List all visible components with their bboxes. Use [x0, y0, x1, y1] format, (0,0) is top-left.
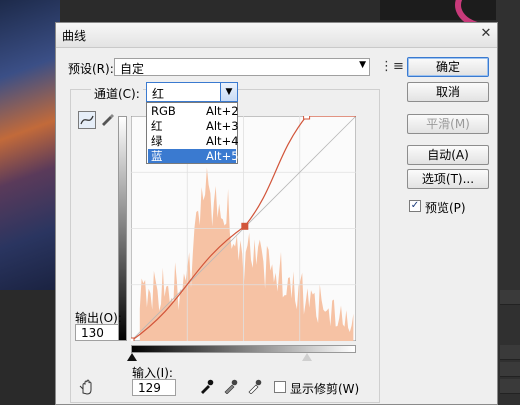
output-value: 130	[81, 326, 104, 340]
chevron-down-icon: ▼	[220, 83, 237, 101]
show-clipping-label: 显示修剪(W)	[290, 382, 360, 396]
panel-row[interactable]	[500, 345, 520, 360]
canvas-artwork	[0, 0, 60, 290]
white-point-slider[interactable]	[302, 353, 312, 361]
cancel-button[interactable]: 取消	[407, 82, 489, 102]
canvas-background	[0, 290, 60, 405]
channel-select[interactable]: 红 ▼	[146, 82, 238, 102]
ok-button[interactable]: 确定	[407, 57, 489, 77]
curve-control-point[interactable]	[303, 116, 311, 120]
channel-dropdown: RGB Alt+2 红 Alt+3 绿 Alt+4 蓝 Alt+5	[146, 102, 239, 164]
dialog-title: 曲线	[62, 29, 87, 43]
pencil-tool[interactable]	[99, 111, 117, 129]
smooth-button[interactable]: 平滑(M)	[407, 114, 489, 134]
option-shortcut: Alt+2	[206, 104, 239, 118]
check-icon[interactable]: ✓	[409, 200, 421, 212]
gray-eyedropper-icon[interactable]	[222, 378, 238, 394]
input-field[interactable]: 129	[132, 379, 176, 396]
channel-option-blue[interactable]: 蓝 Alt+5	[148, 149, 239, 163]
on-image-adjust-tool[interactable]	[78, 378, 96, 396]
hand-icon	[79, 379, 92, 395]
curves-dialog: 曲线 ✕ 预设(R): 自定 ▼ ⋮≡ 确定 取消 平滑(M) 自动(A) 选项…	[55, 22, 498, 405]
preset-select[interactable]: 自定 ▼	[114, 58, 370, 76]
channel-label: 通道(C):	[91, 85, 143, 102]
option-name: 绿	[151, 134, 163, 148]
options-button[interactable]: 选项(T)...	[407, 169, 489, 189]
curve-point-tool[interactable]	[78, 111, 96, 129]
preset-options-icon[interactable]: ⋮≡	[380, 59, 404, 74]
option-name: 红	[151, 119, 163, 133]
black-point-slider[interactable]	[127, 353, 137, 361]
panel-row[interactable]	[500, 362, 520, 377]
close-button[interactable]: ✕	[477, 26, 495, 42]
option-shortcut: Alt+5	[206, 149, 239, 163]
black-eyedropper-icon[interactable]	[198, 378, 214, 394]
option-shortcut: Alt+4	[206, 134, 239, 148]
curve-control-point[interactable]	[131, 337, 135, 341]
pencil-icon	[102, 114, 114, 126]
title-bar[interactable]: 曲线 ✕	[56, 23, 497, 48]
channel-option-rgb[interactable]: RGB Alt+2	[148, 104, 239, 118]
channel-option-green[interactable]: 绿 Alt+4	[148, 134, 239, 148]
input-value: 129	[138, 381, 161, 395]
preview-label: 预览(P)	[425, 201, 466, 215]
preset-value: 自定	[120, 62, 145, 76]
option-shortcut: Alt+3	[206, 119, 239, 133]
preset-label: 预设(R):	[68, 62, 114, 76]
output-field[interactable]: 130	[75, 324, 119, 341]
channel-value: 红	[152, 87, 165, 101]
option-name: 蓝	[151, 149, 163, 163]
option-name: RGB	[151, 104, 176, 118]
curve-control-point[interactable]	[241, 222, 249, 230]
input-gradient-bar	[131, 345, 356, 353]
chevron-down-icon: ▼	[359, 60, 366, 70]
white-eyedropper-icon[interactable]	[246, 378, 262, 394]
clipping-checkbox-box[interactable]	[274, 381, 286, 393]
output-gradient-bar	[118, 116, 127, 341]
panel-row[interactable]	[500, 290, 520, 305]
panel-row[interactable]	[500, 379, 520, 394]
auto-button[interactable]: 自动(A)	[407, 145, 489, 165]
channel-option-red[interactable]: 红 Alt+3	[148, 119, 239, 133]
curve-icon	[80, 115, 94, 125]
